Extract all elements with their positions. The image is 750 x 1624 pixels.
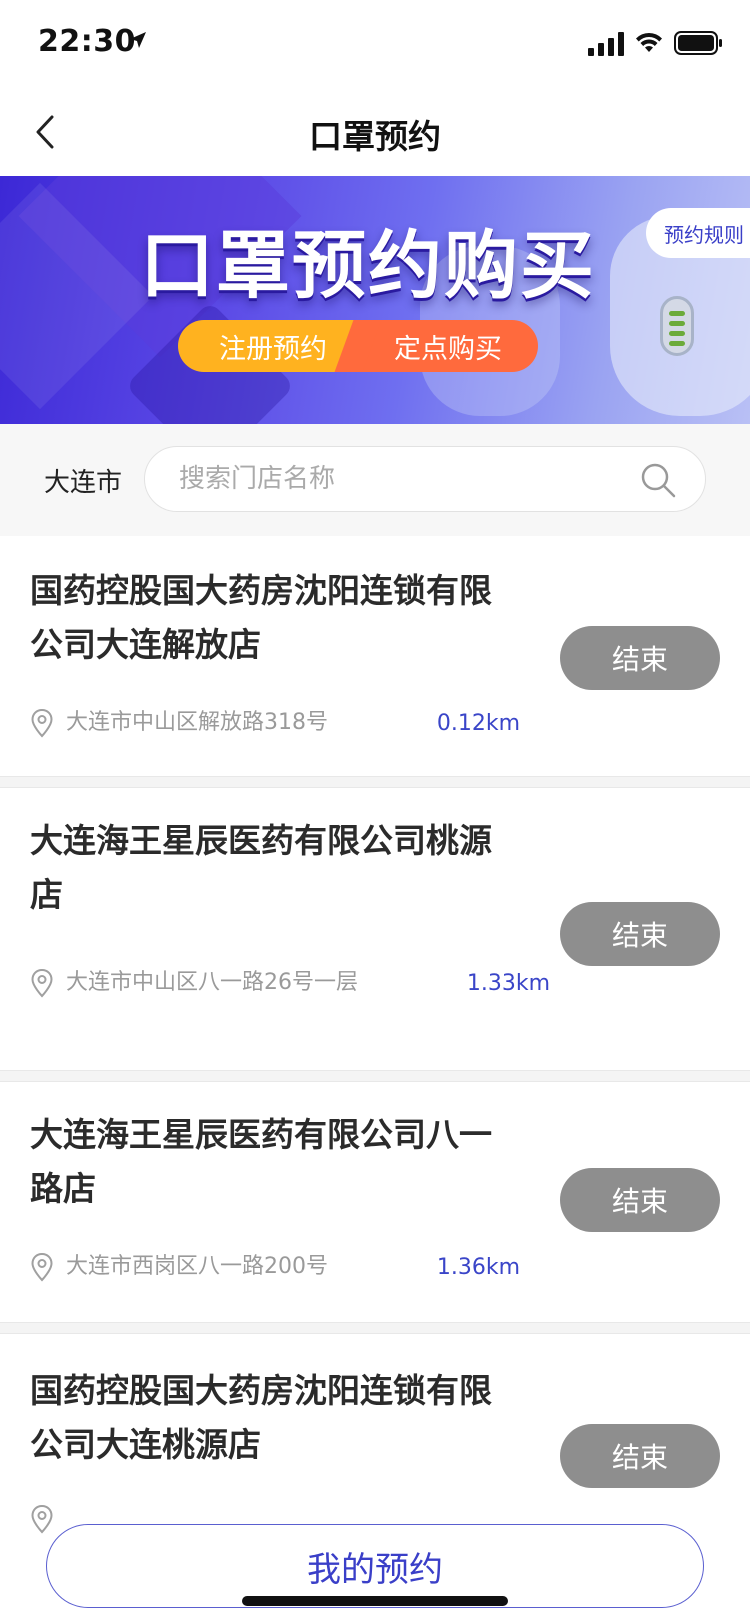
store-name: 国药控股国大药房沈阳连锁有限公司大连桃源店 xyxy=(30,1371,492,1464)
city-selector[interactable]: 大连市 xyxy=(44,462,122,499)
search-box[interactable] xyxy=(144,446,706,512)
store-address-row: 大连市西岗区八一路200号 1.36km xyxy=(30,1250,530,1284)
store-address: 大连市中山区八一路26号一层 xyxy=(66,970,358,995)
rules-button[interactable]: 预约规则 xyxy=(646,208,750,258)
wifi-icon xyxy=(636,32,662,52)
search-input[interactable] xyxy=(179,447,619,511)
store-name: 大连海王星辰医药有限公司桃源店 xyxy=(30,821,492,914)
store-card[interactable]: 大连海王星辰医药有限公司八一路店 大连市西岗区八一路200号 1.36km 结束 xyxy=(0,1082,750,1322)
status-ended-button[interactable]: 结束 xyxy=(560,902,720,966)
list-divider xyxy=(0,776,750,788)
pill-buy-label: 定点购买 xyxy=(394,333,502,365)
nav-bar: 口罩预约 xyxy=(0,90,750,176)
store-distance: 0.12km xyxy=(436,710,520,736)
pill-register: 注册预约 xyxy=(178,320,358,372)
mask-valve-icon xyxy=(660,296,694,356)
status-bar: 22:30 xyxy=(0,0,750,90)
location-pin-icon xyxy=(31,1252,53,1282)
store-name: 大连海王星辰医药有限公司八一路店 xyxy=(30,1115,492,1208)
banner-pill: 注册预约 定点购买 xyxy=(178,320,538,372)
location-pin-icon xyxy=(31,1504,53,1534)
store-distance: 1.36km xyxy=(436,1254,520,1280)
status-time: 22:30 xyxy=(38,24,136,59)
search-icon[interactable] xyxy=(639,461,677,499)
search-row: 大连市 xyxy=(0,424,750,536)
cellular-signal-icon xyxy=(588,32,624,56)
store-card[interactable]: 大连海王星辰医药有限公司桃源店 大连市中山区八一路26号一层 1.33km 结束 xyxy=(0,788,750,1070)
store-address: 大连市西岗区八一路200号 xyxy=(66,1254,328,1279)
banner-title: 口罩预约购买 xyxy=(140,223,596,309)
location-arrow-icon xyxy=(130,32,146,48)
promo-banner[interactable]: 口罩预约购买 注册预约 定点购买 预约规则 xyxy=(0,176,750,424)
store-address: 大连市中山区解放路318号 xyxy=(66,710,328,735)
page-title: 口罩预约 xyxy=(309,117,441,156)
location-pin-icon xyxy=(31,708,53,738)
battery-icon xyxy=(674,31,722,55)
pill-buy: 定点购买 xyxy=(358,320,538,372)
store-distance: 1.33km xyxy=(466,970,550,996)
store-address-row: 大连市中山区八一路26号一层 1.33km xyxy=(30,966,550,1000)
home-indicator[interactable] xyxy=(242,1596,508,1606)
store-address-row: 大连市中山区解放路318号 0.12km xyxy=(30,706,530,740)
list-divider xyxy=(0,1070,750,1082)
store-card[interactable]: 国药控股国大药房沈阳连锁有限公司大连解放店 大连市中山区解放路318号 0.12… xyxy=(0,536,750,776)
list-divider xyxy=(0,1322,750,1334)
status-ended-button[interactable]: 结束 xyxy=(560,626,720,690)
store-name: 国药控股国大药房沈阳连锁有限公司大连解放店 xyxy=(30,571,492,664)
status-ended-button[interactable]: 结束 xyxy=(560,1424,720,1488)
status-ended-button[interactable]: 结束 xyxy=(560,1168,720,1232)
location-pin-icon xyxy=(31,968,53,998)
